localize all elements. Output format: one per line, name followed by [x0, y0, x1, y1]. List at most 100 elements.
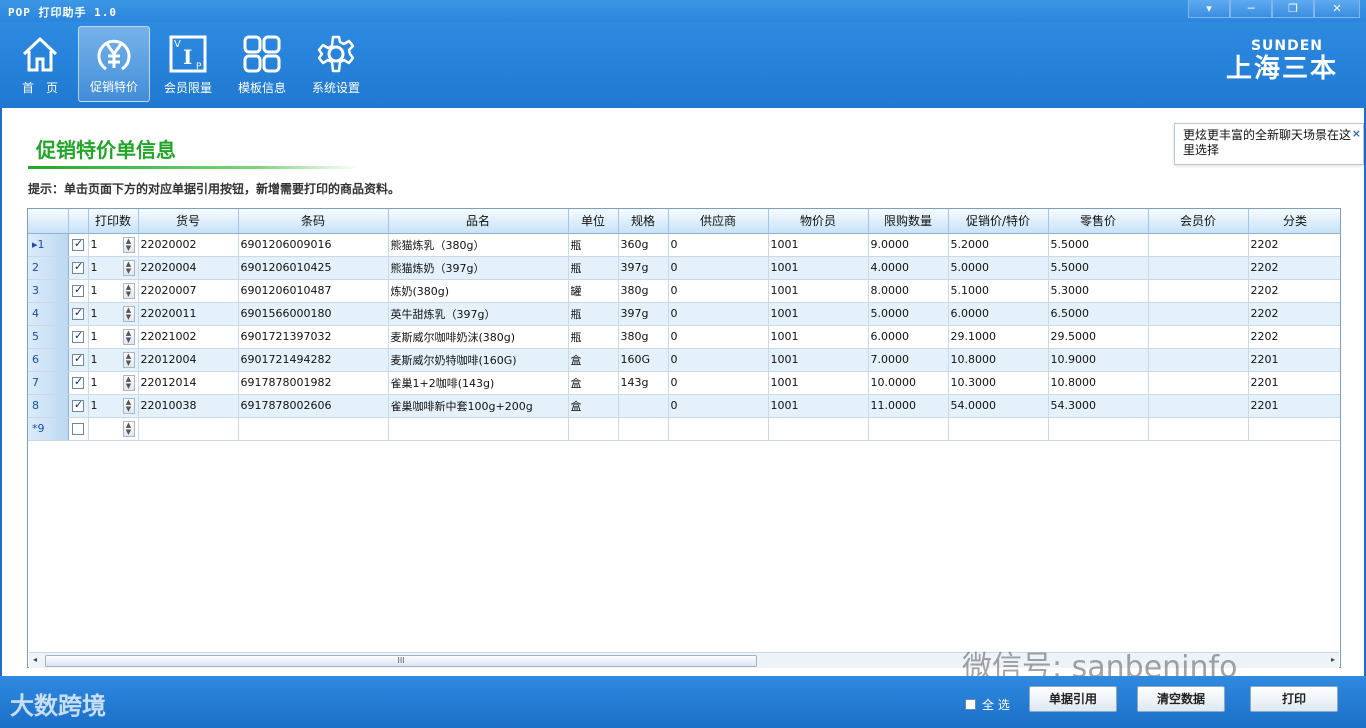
- table-cell[interactable]: 瓶: [568, 302, 619, 326]
- table-cell[interactable]: 2202: [1248, 325, 1340, 349]
- row-checkbox[interactable]: [72, 306, 84, 320]
- table-cell[interactable]: 29.1000: [948, 325, 1049, 349]
- toolbar-template[interactable]: 模板信息: [226, 26, 298, 102]
- table-cell[interactable]: 盒: [568, 394, 619, 418]
- print-qty-cell[interactable]: 1 ▲ ▼: [88, 256, 139, 280]
- table-cell[interactable]: 6.0000: [948, 302, 1049, 326]
- toolbar-vip[interactable]: VIP 会员限量: [152, 26, 224, 102]
- table-row[interactable]: 31▲▼220200076901206010487炼奶(380g)罐380g01…: [28, 279, 1340, 303]
- column-header[interactable]: 限购数量: [868, 209, 949, 234]
- row-checkbox[interactable]: [72, 423, 84, 435]
- table-cell[interactable]: 罐: [568, 279, 619, 303]
- qty-stepper-icon[interactable]: ▲ ▼: [122, 328, 135, 345]
- table-cell[interactable]: 1001: [768, 233, 869, 257]
- column-header[interactable]: 分类: [1248, 209, 1340, 234]
- table-cell[interactable]: 5.1000: [948, 279, 1049, 303]
- table-cell[interactable]: [1148, 371, 1249, 395]
- table-cell[interactable]: 2201: [1248, 394, 1340, 418]
- table-cell[interactable]: 10.8000: [948, 348, 1049, 372]
- qty-stepper-icon[interactable]: ▲ ▼: [122, 397, 135, 414]
- table-cell[interactable]: 1001: [768, 348, 869, 372]
- table-row[interactable]: 71▲▼220120146917878001982雀巢1+2咖啡(143g)盒1…: [28, 371, 1340, 395]
- qty-stepper-icon[interactable]: ▲ ▼: [122, 374, 135, 391]
- menu-button[interactable]: ▾: [1188, 0, 1230, 18]
- table-cell[interactable]: 0: [668, 233, 769, 257]
- table-row[interactable]: 2 1 ▲▼220200046901206010425熊猫炼奶（397g）瓶397g…: [28, 256, 1340, 280]
- table-cell[interactable]: 6901206010425: [238, 256, 389, 280]
- column-header[interactable]: [28, 209, 69, 234]
- table-cell[interactable]: [138, 417, 239, 441]
- row-checkbox[interactable]: [72, 398, 84, 412]
- table-cell[interactable]: [1148, 279, 1249, 303]
- table-cell[interactable]: 盒: [568, 348, 619, 372]
- table-cell[interactable]: 1001: [768, 279, 869, 303]
- table-cell[interactable]: 22020007: [138, 279, 239, 303]
- table-cell[interactable]: 0: [668, 256, 769, 280]
- table-cell[interactable]: 盒: [568, 371, 619, 395]
- table-cell[interactable]: 8.0000: [868, 279, 949, 303]
- reference-button[interactable]: 单据引用: [1029, 686, 1117, 712]
- scroll-thumb[interactable]: III: [45, 655, 757, 667]
- table-cell[interactable]: [1048, 417, 1149, 441]
- toolbar-home[interactable]: 首 页: [4, 26, 76, 102]
- row-checkbox[interactable]: [72, 283, 84, 297]
- table-cell[interactable]: 6901721494282: [238, 348, 389, 372]
- row-header[interactable]: ▸1: [28, 233, 69, 257]
- table-cell[interactable]: 10.8000: [1048, 371, 1149, 395]
- table-cell[interactable]: 29.5000: [1048, 325, 1149, 349]
- table-cell[interactable]: 雀巢咖啡新中套100g+200g: [388, 394, 569, 418]
- table-cell[interactable]: [1148, 348, 1249, 372]
- column-header[interactable]: 零售价: [1048, 209, 1149, 234]
- table-cell[interactable]: 2202: [1248, 256, 1340, 280]
- print-qty-cell[interactable]: 1 ▲ ▼: [88, 371, 139, 395]
- table-cell[interactable]: 143g: [618, 371, 669, 395]
- table-cell[interactable]: 2202: [1248, 233, 1340, 257]
- qty-stepper-icon[interactable]: ▲ ▼: [122, 305, 135, 322]
- table-cell[interactable]: 360g: [618, 233, 669, 257]
- column-header[interactable]: 货号: [138, 209, 239, 234]
- qty-stepper-icon[interactable]: ▲ ▼: [122, 236, 135, 253]
- scroll-left-icon[interactable]: ◂: [33, 655, 37, 664]
- table-row[interactable]: 6 1 ▲▼220120046901721494282麦斯威尔奶特咖啡(160G)盒…: [28, 348, 1340, 372]
- table-cell[interactable]: [1148, 325, 1249, 349]
- qty-stepper-icon[interactable]: ▲ ▼: [122, 420, 135, 437]
- column-header[interactable]: 品名: [388, 209, 569, 234]
- table-cell[interactable]: [1148, 394, 1249, 418]
- close-button[interactable]: ✕: [1314, 0, 1360, 18]
- column-header[interactable]: 单位: [568, 209, 619, 234]
- table-cell[interactable]: 5.3000: [1048, 279, 1149, 303]
- column-header[interactable]: 规格: [618, 209, 669, 234]
- table-cell[interactable]: 1001: [768, 302, 869, 326]
- table-cell[interactable]: 6901206009016: [238, 233, 389, 257]
- column-header[interactable]: 会员价: [1148, 209, 1249, 234]
- table-cell[interactable]: 0: [668, 348, 769, 372]
- print-qty-cell[interactable]: 1 ▲ ▼: [88, 302, 139, 326]
- table-cell[interactable]: 6917878001982: [238, 371, 389, 395]
- toolbar-promo[interactable]: 促销特价: [78, 26, 150, 102]
- table-cell[interactable]: [1148, 302, 1249, 326]
- print-qty-cell[interactable]: 1 ▲ ▼: [88, 279, 139, 303]
- print-qty-cell[interactable]: 1 ▲ ▼: [88, 348, 139, 372]
- table-cell[interactable]: 6901566000180: [238, 302, 389, 326]
- row-checkbox[interactable]: [72, 329, 84, 343]
- table-cell[interactable]: 397g: [618, 302, 669, 326]
- print-qty-cell[interactable]: 1 ▲ ▼: [88, 325, 139, 349]
- table-cell[interactable]: 2201: [1248, 371, 1340, 395]
- table-cell[interactable]: 熊猫炼奶（397g）: [388, 256, 569, 280]
- table-cell[interactable]: [948, 417, 1049, 441]
- table-row[interactable]: *9 ▲ ▼: [28, 417, 1340, 441]
- table-cell[interactable]: 22020011: [138, 302, 239, 326]
- row-header[interactable]: 7: [28, 371, 69, 395]
- table-cell[interactable]: 10.9000: [1048, 348, 1149, 372]
- table-cell[interactable]: 7.0000: [868, 348, 949, 372]
- print-button[interactable]: 打印: [1250, 686, 1338, 712]
- select-all[interactable]: 全 选: [965, 696, 1010, 713]
- row-header[interactable]: 6: [28, 348, 69, 372]
- table-cell[interactable]: [1248, 417, 1340, 441]
- column-header[interactable]: 物价员: [768, 209, 869, 234]
- scroll-right-icon[interactable]: ▸: [1331, 655, 1335, 664]
- table-cell[interactable]: 瓶: [568, 256, 619, 280]
- table-cell[interactable]: 2201: [1248, 348, 1340, 372]
- table-cell[interactable]: [618, 394, 669, 418]
- table-cell[interactable]: 熊猫炼乳（380g）: [388, 233, 569, 257]
